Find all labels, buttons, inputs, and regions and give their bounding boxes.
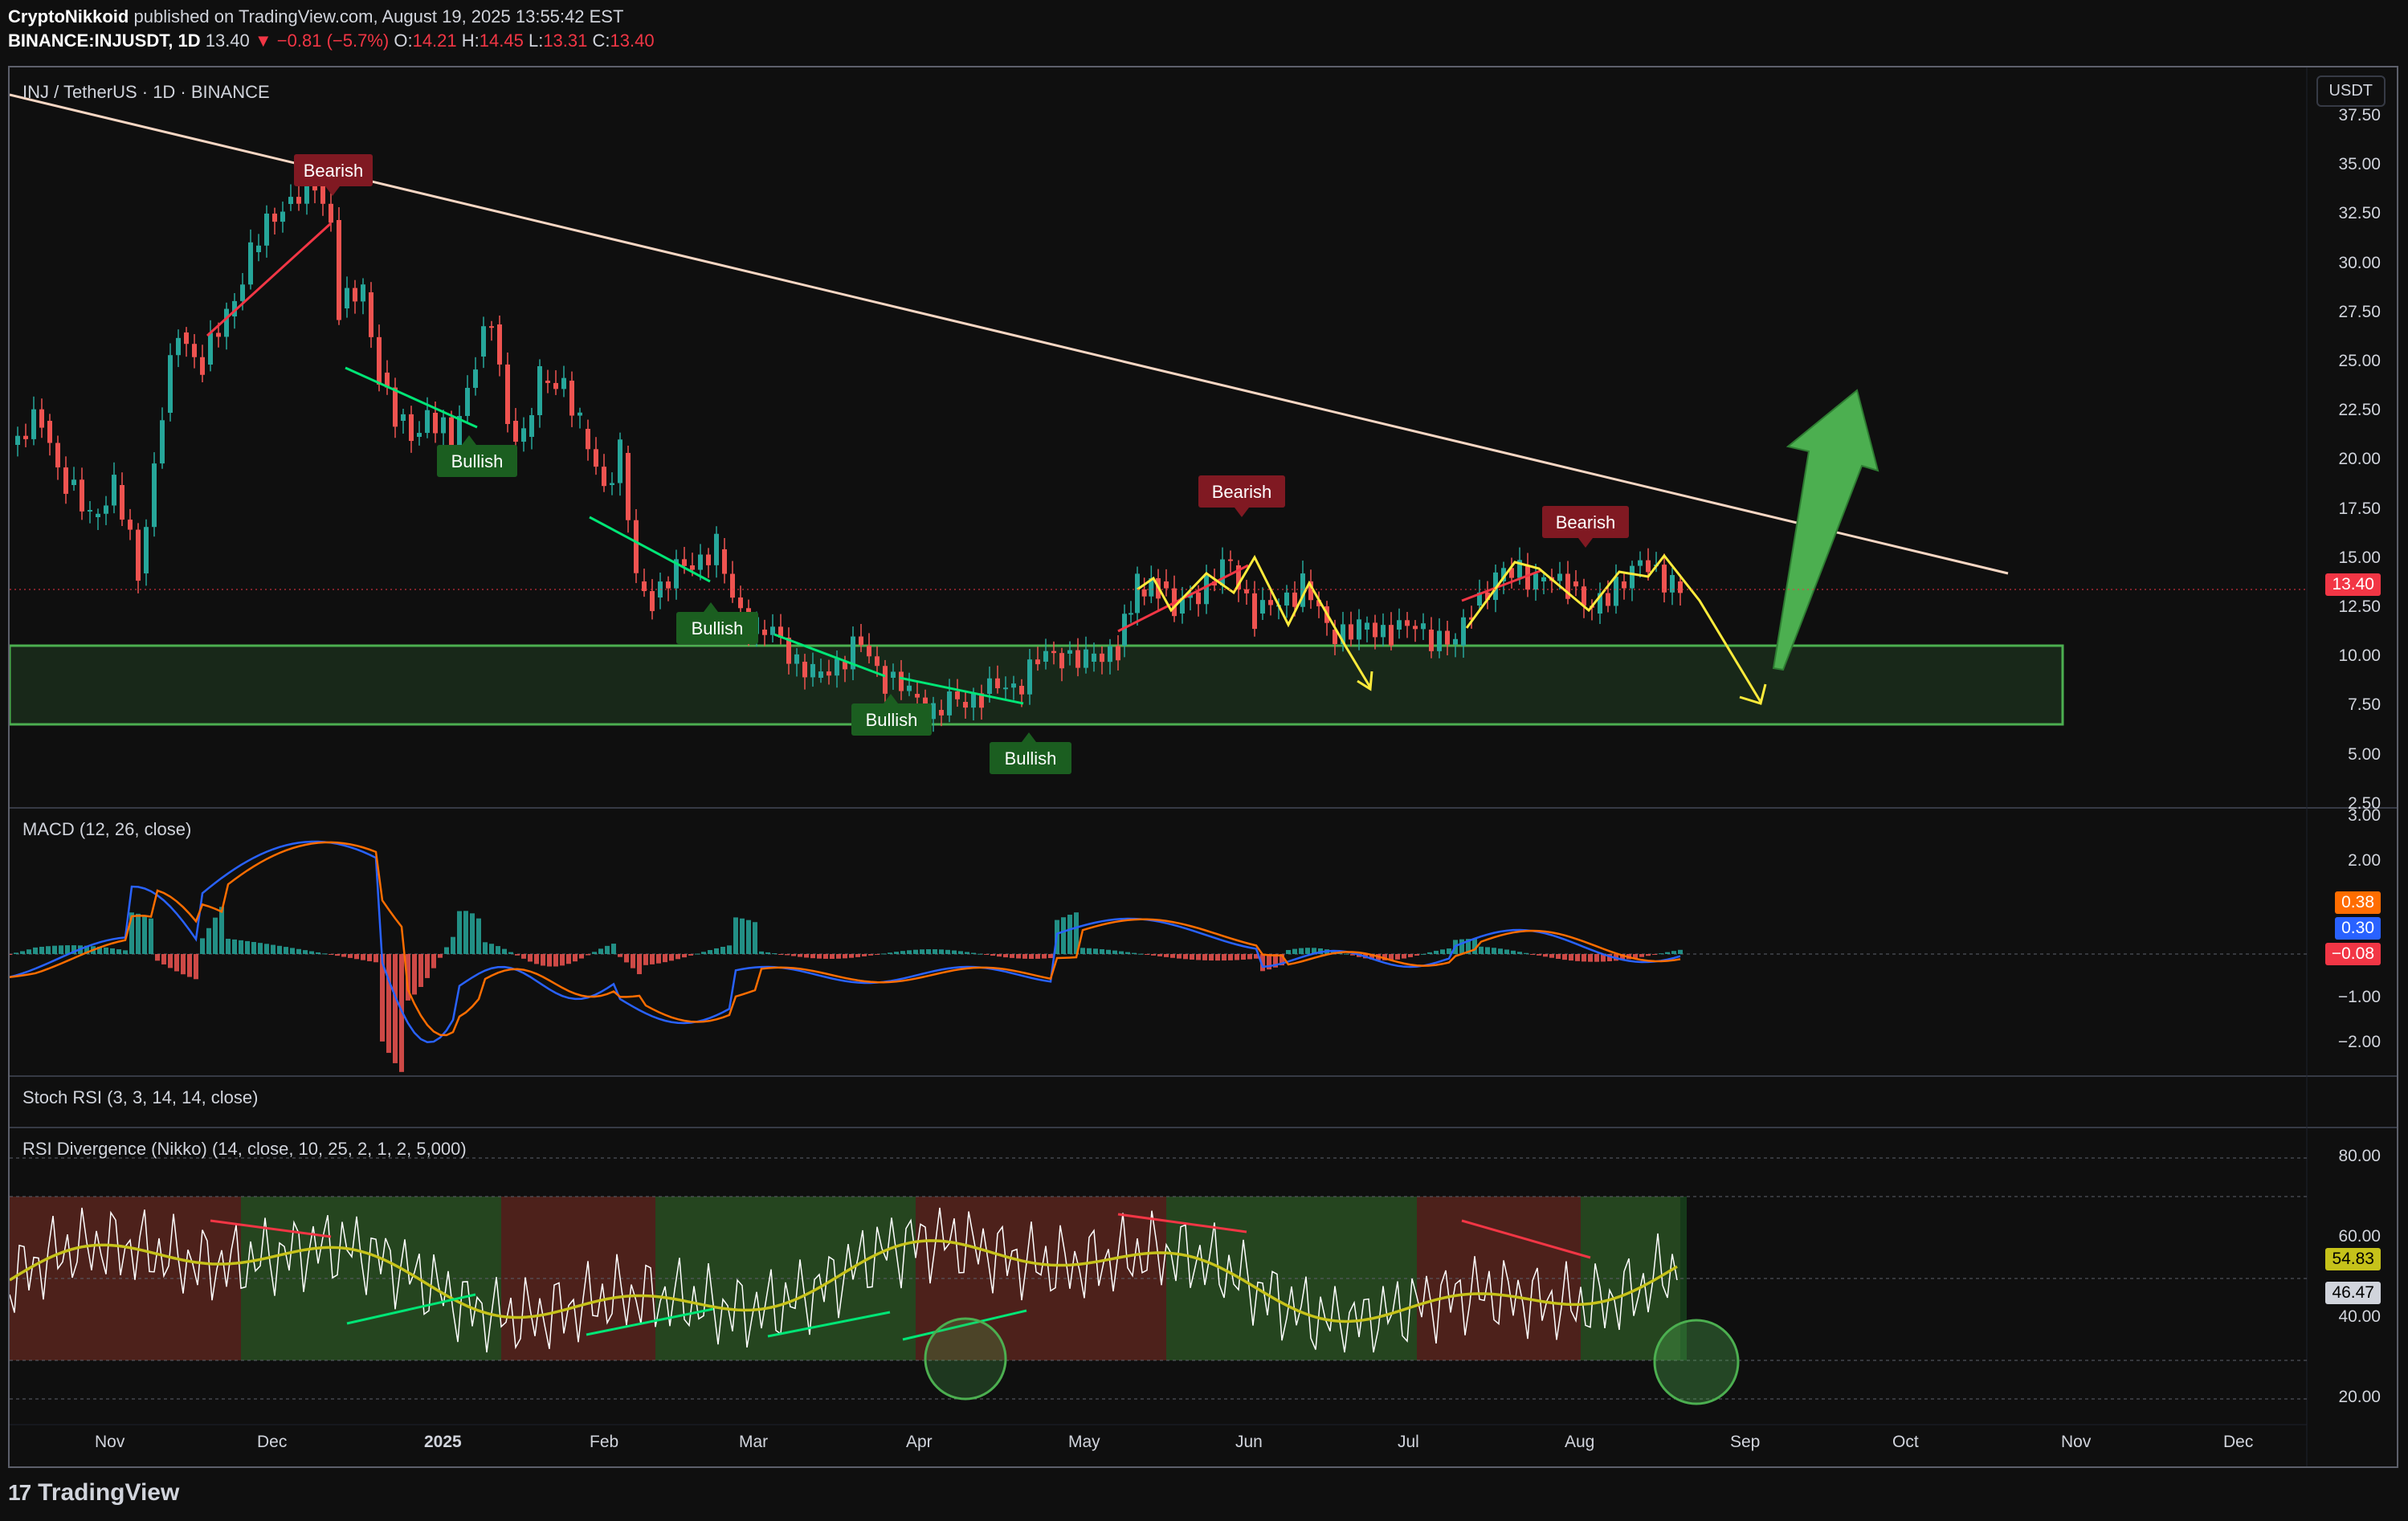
axis-tick-label: 22.50 bbox=[2338, 401, 2381, 420]
axis-tick-label: 3.00 bbox=[2348, 806, 2381, 825]
chart-frame[interactable]: Bearish Bearish Bearish Bullish Bullish … bbox=[8, 66, 2398, 1468]
tradingview-footer[interactable]: 17 TradingView bbox=[8, 1479, 179, 1507]
bullish-divergence-line bbox=[589, 516, 711, 583]
axis-tick-label: −1.00 bbox=[2337, 987, 2381, 1006]
close-value: 13.40 bbox=[610, 31, 655, 51]
rsi-oversold-circle[interactable] bbox=[924, 1317, 1007, 1401]
macd-histogram-tag: −0.08 bbox=[2324, 943, 2381, 965]
axis-tick-label: 60.00 bbox=[2338, 1227, 2381, 1246]
axis-tick-label: 20.00 bbox=[2338, 450, 2381, 469]
bearish-label-text: Bearish bbox=[1556, 512, 1616, 532]
low-value: 13.31 bbox=[543, 31, 588, 51]
chart-canvas[interactable]: Bearish Bearish Bearish Bullish Bullish … bbox=[10, 67, 2398, 1468]
time-tick-label: May bbox=[1068, 1433, 1100, 1451]
stoch-rsi-title: Stoch RSI (3, 3, 14, 14, close) bbox=[22, 1087, 259, 1107]
time-tick-label: Dec bbox=[257, 1433, 288, 1451]
ohlc-line: BINANCE:INJUSDT, 1D 13.40 ▼ −0.81 (−5.7%… bbox=[8, 31, 655, 51]
high-value: 14.45 bbox=[479, 31, 524, 51]
time-tick-label: Nov bbox=[95, 1433, 125, 1451]
bullish-label-text: Bullish bbox=[866, 710, 918, 730]
bearish-label[interactable]: Bearish bbox=[1198, 475, 1285, 517]
macd-line bbox=[10, 840, 1681, 1043]
bearish-label[interactable]: Bearish bbox=[1542, 506, 1629, 548]
time-tick-label: Sep bbox=[1730, 1433, 1761, 1451]
bullish-label[interactable]: Bullish bbox=[990, 732, 1071, 774]
axis-tick-label: 12.50 bbox=[2338, 597, 2381, 616]
time-tick-label: 2025 bbox=[424, 1433, 462, 1451]
axis-tick-label: 35.00 bbox=[2338, 155, 2381, 174]
price-change: ▼ −0.81 (−5.7%) bbox=[254, 31, 390, 51]
macd-signal-tag: 0.38 bbox=[2335, 891, 2381, 914]
rsi-divergence-title: RSI Divergence (Nikko) (14, close, 10, 2… bbox=[22, 1139, 467, 1159]
axis-tick-label: 27.50 bbox=[2338, 302, 2381, 321]
axis-tick-label: 30.00 bbox=[2338, 253, 2381, 272]
time-tick-label: Apr bbox=[906, 1433, 933, 1451]
axis-tick-label: 5.00 bbox=[2348, 744, 2381, 764]
axis-tick-label: 15.00 bbox=[2338, 548, 2381, 567]
support-zone[interactable] bbox=[10, 644, 2064, 726]
tradingview-logo-icon: 17 bbox=[8, 1480, 31, 1505]
chart-header: CryptoNikkoid published on TradingView.c… bbox=[8, 5, 655, 53]
chart-title: INJ / TetherUS · 1D · BINANCE bbox=[22, 82, 270, 102]
rsi-target-circle[interactable] bbox=[1653, 1319, 1740, 1405]
axis-tick-label: 37.50 bbox=[2338, 106, 2381, 124]
axis-tick-label: −2.00 bbox=[2337, 1033, 2381, 1051]
macd-signal-line bbox=[10, 841, 1681, 1037]
bullish-label-text: Bullish bbox=[692, 618, 744, 638]
publish-line: CryptoNikkoid published on TradingView.c… bbox=[8, 5, 655, 29]
time-tick-label: Feb bbox=[590, 1433, 619, 1451]
last-price: 13.40 bbox=[205, 31, 250, 51]
publisher-name[interactable]: CryptoNikkoid bbox=[8, 6, 129, 27]
time-tick-label: Dec bbox=[2223, 1433, 2254, 1451]
tradingview-brand: TradingView bbox=[38, 1479, 180, 1506]
time-tick-label: Aug bbox=[1565, 1433, 1595, 1451]
axis-tick-label: 20.00 bbox=[2338, 1388, 2381, 1406]
time-tick-label: Mar bbox=[739, 1433, 769, 1451]
axis-tick-label: 25.00 bbox=[2338, 352, 2381, 370]
rsi-ma-tag: 54.83 bbox=[2325, 1248, 2381, 1270]
time-tick-label: Oct bbox=[1892, 1433, 1919, 1451]
time-tick-label: Jul bbox=[1398, 1433, 1419, 1451]
axis-tick-label: 10.00 bbox=[2338, 646, 2381, 666]
publish-info: published on TradingView.com, August 19,… bbox=[133, 6, 624, 27]
time-tick-label: Jun bbox=[1235, 1433, 1263, 1451]
axis-tick-label: 7.50 bbox=[2348, 695, 2381, 715]
axis-tick-label: 32.50 bbox=[2338, 204, 2381, 223]
axis-tick-label: 2.00 bbox=[2348, 851, 2381, 871]
bullish-label[interactable]: Bullish bbox=[676, 602, 758, 644]
axis-tick-label: 80.00 bbox=[2338, 1147, 2381, 1165]
symbol-label: BINANCE:INJUSDT, 1D bbox=[8, 31, 201, 51]
macd-histogram bbox=[10, 907, 1683, 1072]
open-value: 14.21 bbox=[412, 31, 457, 51]
macd-title: MACD (12, 26, close) bbox=[22, 819, 192, 839]
last-price-tag: 13.40 bbox=[2325, 573, 2381, 596]
bearish-label-text: Bearish bbox=[304, 161, 364, 181]
time-tick-label: Nov bbox=[2061, 1433, 2092, 1451]
currency-button[interactable]: USDT bbox=[2316, 75, 2386, 107]
macd-value-tag: 0.30 bbox=[2335, 917, 2381, 940]
bearish-label-text: Bearish bbox=[1212, 482, 1272, 502]
rsi-value-tag: 46.47 bbox=[2325, 1282, 2381, 1304]
axis-tick-label: 17.50 bbox=[2338, 499, 2381, 518]
bullish-label-text: Bullish bbox=[451, 451, 504, 471]
breakout-arrow[interactable] bbox=[1772, 389, 1879, 671]
bullish-label-text: Bullish bbox=[1005, 748, 1057, 769]
axis-tick-label: 40.00 bbox=[2338, 1307, 2381, 1326]
